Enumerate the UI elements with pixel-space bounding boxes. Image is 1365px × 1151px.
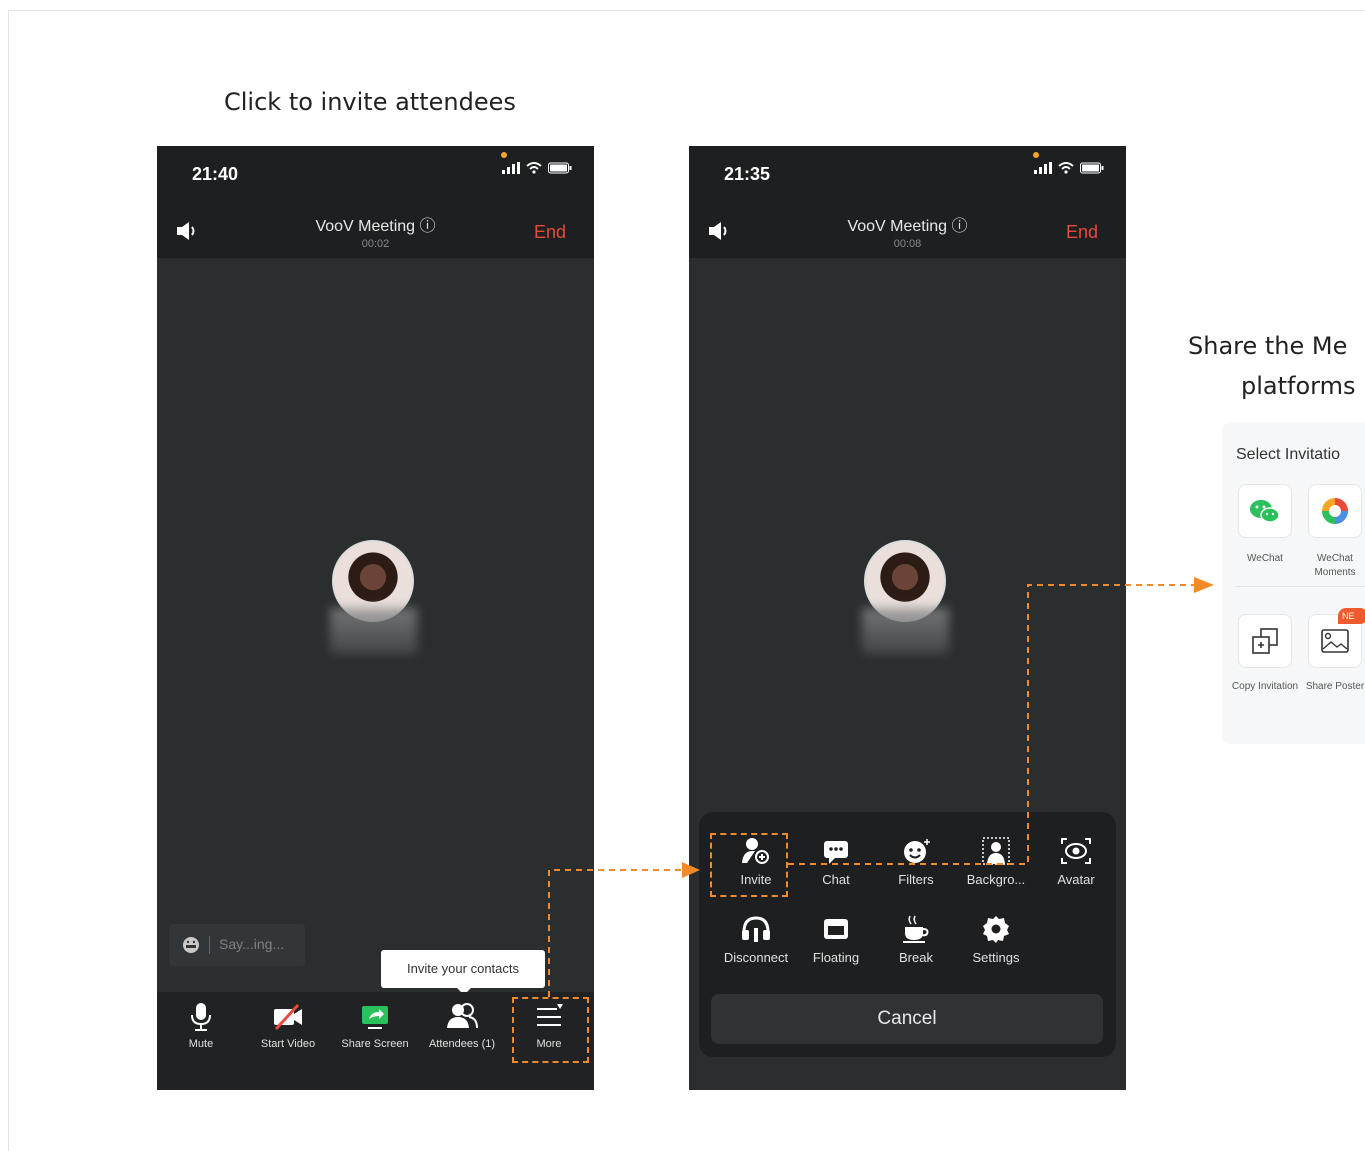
invitation-panel-title: Select Invitatio — [1236, 446, 1341, 463]
arrow-head-panel — [1194, 577, 1214, 593]
caption-share-line1: Share the Me — [1188, 332, 1348, 360]
moments-icon — [1322, 498, 1348, 524]
connector-arrows — [548, 577, 1214, 997]
arrow-more-to-menu — [548, 869, 682, 997]
wechat-label: WeChat — [1247, 553, 1283, 564]
panel-divider — [1236, 586, 1365, 587]
moments-option[interactable] — [1308, 484, 1362, 538]
share-poster-label: Share Poster — [1305, 681, 1365, 692]
new-badge: NE — [1338, 608, 1365, 624]
copy-invitation-option[interactable] — [1238, 614, 1292, 668]
arrow-head-menu — [682, 862, 700, 878]
copy-icon — [1252, 628, 1278, 654]
wechat-icon — [1250, 500, 1280, 523]
invitation-panel: Select Invitatio WeChat WeChat Moments C… — [1222, 422, 1365, 744]
arrow-invite-to-panel — [788, 584, 1194, 865]
moments-label: WeChat Moments — [1314, 553, 1356, 578]
copy-invitation-label: Copy Invitation — [1231, 681, 1299, 692]
caption-share-line2: platforms — [1241, 372, 1356, 400]
wechat-option[interactable] — [1238, 484, 1292, 538]
